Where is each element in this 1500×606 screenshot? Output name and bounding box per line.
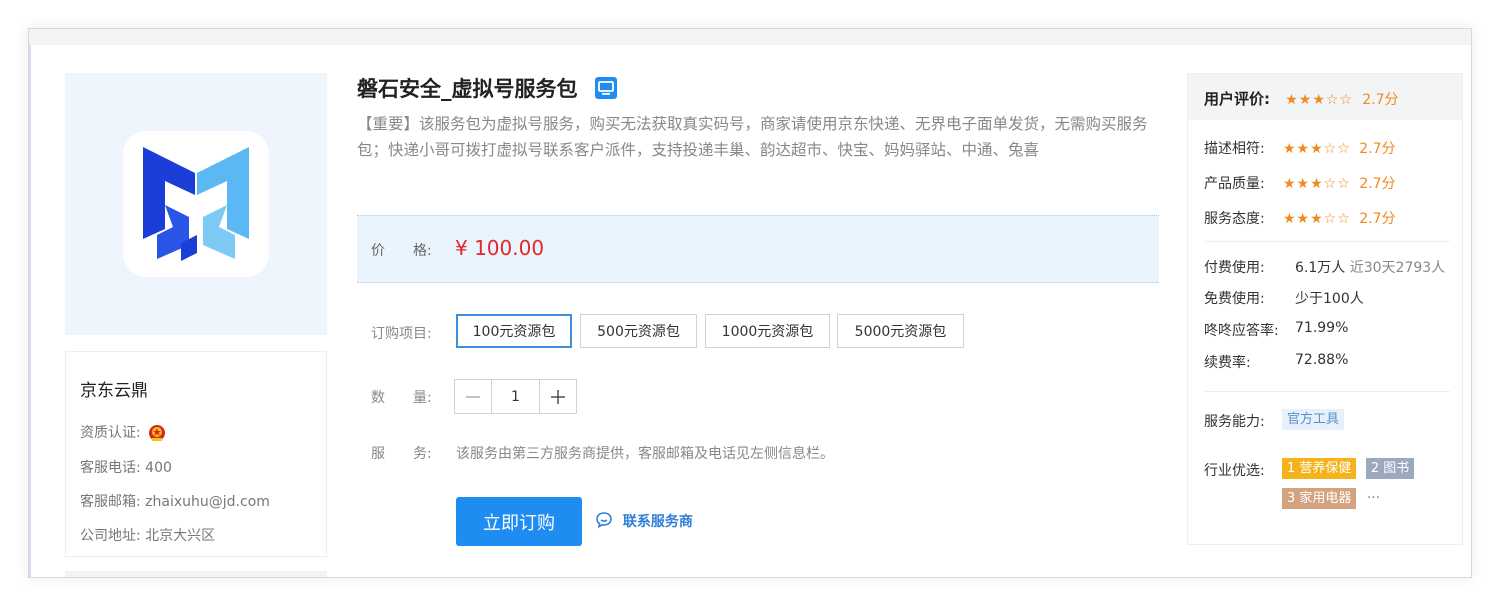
stat-row-paid: 付费使用: 6.1万人 近30天2793人 (1204, 257, 1445, 277)
stat-label: 咚咚应答率: (1204, 323, 1279, 339)
service-label: 服 务: (371, 446, 432, 462)
address-label: 公司地址: (80, 528, 141, 544)
stat-label: 免费使用: (1204, 291, 1265, 307)
industry-label: 行业优选: (1204, 463, 1265, 479)
stat-value: 少于100人 (1295, 291, 1364, 307)
rating-stars: ★★★☆☆ (1283, 211, 1351, 227)
stat-value: 72.88% (1295, 352, 1349, 368)
stat-label: 付费使用: (1204, 260, 1265, 276)
email-label: 客服邮箱: (80, 494, 141, 510)
stat-row-response: 咚咚应答率: 71.99% (1204, 320, 1348, 340)
option-5000[interactable]: 5000元资源包 (837, 314, 964, 348)
capability-tag[interactable]: 官方工具 (1282, 409, 1345, 430)
plus-icon (551, 389, 565, 404)
capability-row: 服务能力: 官方工具 (1204, 409, 1345, 431)
service-text: 该服务由第三方服务商提供，客服邮箱及电话见左侧信息栏。 (456, 446, 834, 462)
rating-score: 2.7分 (1359, 211, 1396, 227)
company-name: 京东云鼎 (80, 381, 148, 401)
price-label: 价 格: (371, 243, 432, 259)
left-accent-line (29, 45, 31, 577)
email-row: 客服邮箱: zhaixuhu@jd.com (80, 491, 270, 511)
more-indicator[interactable]: ··· (1367, 490, 1380, 506)
stat-row-free: 免费使用: 少于100人 (1204, 288, 1364, 308)
address-value: 北京大兴区 (145, 528, 216, 544)
rating-row-quality: 产品质量: ★★★☆☆ 2.7分 (1204, 173, 1395, 193)
ratings-header-label: 用户评价: (1204, 90, 1270, 108)
rating-stars: ★★★☆☆ (1283, 176, 1351, 192)
option-1000[interactable]: 1000元资源包 (705, 314, 830, 348)
top-strip (29, 29, 1471, 45)
phone-value: 400 (145, 460, 172, 476)
stat-label: 续费率: (1204, 355, 1251, 371)
option-100[interactable]: 100元资源包 (456, 314, 572, 348)
email-value: zhaixuhu@jd.com (145, 494, 270, 510)
product-title: 磐石安全_虚拟号服务包 (357, 77, 578, 101)
industry-row: 行业优选: 1 营养保健 2 图书 3 家用电器 ··· (1204, 458, 1415, 509)
ratings-header: 用户评价: ★★★☆☆ 2.7分 (1188, 74, 1462, 120)
overall-rating-row: 用户评价: ★★★☆☆ 2.7分 (1204, 88, 1399, 109)
phone-label: 客服电话: (80, 460, 141, 476)
industry-tag[interactable]: 3 家用电器 (1282, 488, 1357, 509)
phone-row: 客服电话: 400 (80, 457, 172, 477)
capability-label: 服务能力: (1204, 414, 1265, 430)
industry-tags-line2: 3 家用电器 ··· (1282, 488, 1380, 509)
quantity-label: 数 量: (371, 390, 432, 406)
company-info-card: 京东云鼎 资质认证: 客服电话: 400 客服邮箱: zhaixuhu@jd.c… (65, 351, 327, 557)
price-value: ¥ 100.00 (455, 236, 545, 260)
product-description: 【重要】该服务包为虚拟号服务，购买无法获取真实码号，商家请使用京东快递、无界电子… (357, 115, 1148, 159)
industry-tag[interactable]: 2 图书 (1365, 458, 1415, 479)
product-detail-frame: 京东云鼎 资质认证: 客服电话: 400 客服邮箱: zhaixuhu@jd.c… (28, 28, 1472, 578)
quantity-stepper: 1 (454, 379, 577, 414)
left-column-next-card (65, 571, 327, 577)
stat-extra: 近30天2793人 (1349, 260, 1446, 276)
option-500[interactable]: 500元资源包 (580, 314, 697, 348)
chat-icon (595, 511, 613, 529)
stat-value: 6.1万人 (1295, 260, 1346, 276)
quantity-increment-button[interactable] (540, 380, 576, 413)
police-badge-icon (147, 423, 167, 443)
monitor-icon (594, 77, 617, 99)
product-logo-mark (143, 147, 249, 261)
rating-score: 2.7分 (1359, 141, 1396, 157)
cert-label: 资质认证: (80, 425, 141, 441)
product-logo-area (65, 73, 327, 335)
rating-row-service: 服务态度: ★★★☆☆ 2.7分 (1204, 208, 1395, 228)
stat-value-wrap: 6.1万人 近30天2793人 (1295, 257, 1445, 277)
capability-tag-wrap: 官方工具 (1282, 409, 1345, 430)
product-title-row: 磐石安全_虚拟号服务包 (357, 73, 617, 103)
buy-now-button[interactable]: 立即订购 (456, 497, 582, 546)
rating-label: 描述相符: (1204, 141, 1265, 157)
ratings-divider (1204, 241, 1450, 242)
rating-label: 服务态度: (1204, 211, 1265, 227)
stat-value: 71.99% (1295, 320, 1349, 336)
price-band: 价 格: ¥ 100.00 (357, 215, 1159, 283)
quantity-input[interactable]: 1 (491, 380, 540, 413)
rating-value: ★★★☆☆ 2.7分 (1283, 173, 1395, 193)
rating-score: 2.7分 (1359, 176, 1396, 192)
rating-row-description: 描述相符: ★★★☆☆ 2.7分 (1204, 138, 1395, 158)
ratings-panel: 用户评价: ★★★☆☆ 2.7分 描述相符: ★★★☆☆ 2.7分 产品质量: … (1187, 73, 1463, 545)
overall-stars: ★★★☆☆ (1285, 92, 1353, 108)
industry-tag[interactable]: 1 营养保健 (1282, 458, 1357, 479)
options-label: 订购项目: (371, 326, 432, 342)
quantity-decrement-button[interactable] (455, 380, 491, 413)
contact-label: 联系服务商 (622, 514, 693, 530)
rating-value: ★★★☆☆ 2.7分 (1283, 208, 1395, 228)
stat-row-renewal: 续费率: 72.88% (1204, 352, 1348, 372)
rating-value: ★★★☆☆ 2.7分 (1283, 138, 1395, 158)
industry-tags-line1: 1 营养保健 2 图书 (1282, 458, 1415, 479)
stats-divider (1204, 391, 1450, 392)
address-row: 公司地址: 北京大兴区 (80, 525, 215, 545)
cert-row: 资质认证: (80, 422, 167, 443)
rating-label: 产品质量: (1204, 176, 1265, 192)
contact-vendor-link[interactable]: 联系服务商 (595, 511, 693, 531)
overall-score: 2.7分 (1362, 92, 1399, 108)
rating-stars: ★★★☆☆ (1283, 141, 1351, 157)
product-logo (123, 131, 269, 277)
minus-icon (466, 395, 480, 398)
